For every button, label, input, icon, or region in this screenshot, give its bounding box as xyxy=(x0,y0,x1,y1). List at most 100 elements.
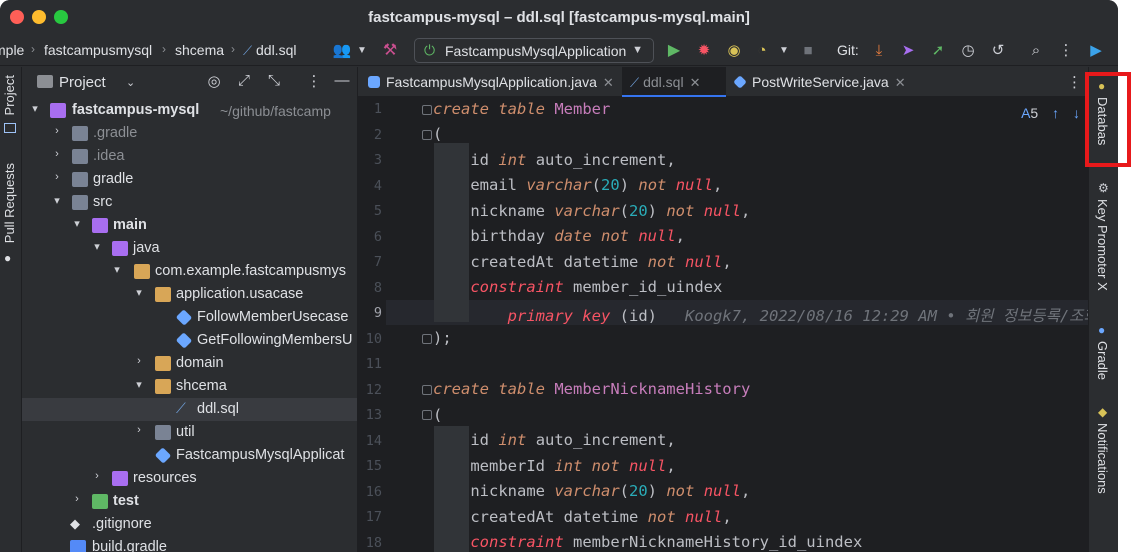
inspection-widget[interactable]: A5 ↑ ↓ xyxy=(1021,105,1080,121)
tree-item-build-gradle[interactable]: build.gradle xyxy=(22,536,357,552)
tree-item-ddl-sql[interactable]: ⟋ ddl.sql xyxy=(22,398,357,421)
notifications-tool-tab[interactable]: Notifications xyxy=(1095,423,1110,494)
plugin-logo-icon[interactable]: ▶ xyxy=(1086,40,1106,60)
tree-item-get-following-members[interactable]: GetFollowingMembersU xyxy=(22,329,357,352)
source-root-folder-icon xyxy=(112,241,128,256)
breadcrumb-file[interactable]: ⟋ ddl.sql xyxy=(243,42,296,59)
git-commit-icon[interactable]: ➤ xyxy=(898,40,918,60)
tree-item-package-root[interactable]: ▾ com.example.fastcampusmys xyxy=(22,260,357,283)
fold-marker-icon[interactable] xyxy=(422,130,432,140)
chevron-right-icon[interactable]: › xyxy=(50,171,64,183)
chevron-down-icon[interactable]: ▾ xyxy=(132,286,146,299)
key-promoter-icon[interactable]: ⚙ xyxy=(1098,181,1109,195)
search-icon[interactable]: ⌕ xyxy=(1026,40,1046,60)
chevron-right-icon[interactable]: › xyxy=(132,355,146,367)
arrow-up-icon[interactable]: ↑ xyxy=(1052,105,1059,121)
chevron-right-icon[interactable]: › xyxy=(50,125,64,137)
chevron-down-icon[interactable]: ▼ xyxy=(352,40,372,60)
tree-item-util[interactable]: › util xyxy=(22,421,357,444)
tree-item-shcema[interactable]: ▾ shcema xyxy=(22,375,357,398)
profiler-icon[interactable]: ◔ xyxy=(752,40,772,60)
chevron-right-icon[interactable]: › xyxy=(90,470,104,482)
inline-blame-annotation[interactable]: Koogk7, 2022/08/16 12:29 AM • 회원 정보등록/조회… xyxy=(685,307,1088,325)
tab-ddl-sql[interactable]: ⟋ ddl.sql ✕ xyxy=(622,67,726,97)
close-icon[interactable]: ✕ xyxy=(690,75,701,90)
chevron-down-icon[interactable]: ▾ xyxy=(70,217,84,230)
chevron-down-icon[interactable]: ▾ xyxy=(28,102,42,115)
users-icon[interactable]: 👥 xyxy=(332,40,352,60)
fold-marker-icon[interactable] xyxy=(422,334,432,344)
locate-target-icon[interactable]: ◎ xyxy=(204,72,224,92)
tree-item-main[interactable]: ▾ main xyxy=(22,214,357,237)
tree-item-project-root[interactable]: ▾ fastcampus-mysql ~/github/fastcamp xyxy=(22,99,357,122)
tree-item-domain[interactable]: › domain xyxy=(22,352,357,375)
gradle-tool-tab[interactable]: Gradle xyxy=(1095,341,1110,380)
hide-panel-icon[interactable]: — xyxy=(332,72,352,92)
chevron-down-icon[interactable]: ▾ xyxy=(110,263,124,276)
coverage-icon[interactable]: ◉ xyxy=(724,40,744,60)
tree-item-application-usacase[interactable]: ▾ application.usacase xyxy=(22,283,357,306)
notification-bell-icon[interactable]: ◆ xyxy=(1098,405,1107,419)
editor-tab-bar: FastcampusMysqlApplication.java ✕ ⟋ ddl.sq… xyxy=(358,67,1088,97)
tab-fastcampus-mysql-application[interactable]: FastcampusMysqlApplication.java ✕ xyxy=(368,67,622,97)
chevron-down-icon[interactable]: ▾ xyxy=(132,378,146,391)
more-icon[interactable]: ⋮ xyxy=(1056,40,1076,60)
collapse-all-icon[interactable]: ⤡ xyxy=(264,72,284,92)
chevron-right-icon[interactable]: › xyxy=(50,148,64,160)
tree-item-follow-member-usecase[interactable]: FollowMemberUsecase xyxy=(22,306,357,329)
chevron-down-icon[interactable]: ▼ xyxy=(774,40,794,60)
fold-marker-icon[interactable] xyxy=(422,105,432,115)
chevron-right-icon[interactable]: › xyxy=(132,424,146,436)
tree-item-application-class[interactable]: FastcampusMysqlApplicat xyxy=(22,444,357,467)
history-icon[interactable]: ◷ xyxy=(958,40,978,60)
fold-marker-icon[interactable] xyxy=(422,385,432,395)
fold-marker-icon[interactable] xyxy=(422,410,432,420)
main-toolbar: mple › fastcampusmysql › shcema › ⟋ ddl.… xyxy=(0,34,1118,66)
more-tabs-icon[interactable]: ⋮ xyxy=(1067,73,1082,91)
debug-bug-icon[interactable]: ✹ xyxy=(694,40,714,60)
tree-item-java[interactable]: ▾ java xyxy=(22,237,357,260)
run-play-icon[interactable]: ▶ xyxy=(664,40,684,60)
rollback-icon[interactable]: ↺ xyxy=(988,40,1008,60)
run-configuration-select[interactable]: ⏻ FastcampusMysqlApplication ▼ xyxy=(414,38,654,63)
chevron-down-icon[interactable]: ▾ xyxy=(50,194,64,207)
code-line: email varchar(20) not null, xyxy=(470,176,723,194)
inspection-count: 5 xyxy=(1030,105,1039,121)
git-update-icon[interactable]: ⤓ xyxy=(869,40,889,60)
tree-item-src[interactable]: ▾ src xyxy=(22,191,357,214)
expand-all-icon[interactable]: ⤢ xyxy=(234,72,254,92)
project-view-selector[interactable]: Project xyxy=(59,74,106,91)
key-promoter-tool-tab[interactable]: Key Promoter X xyxy=(1095,199,1110,291)
tree-item-idea[interactable]: › .idea xyxy=(22,145,357,168)
gradle-elephant-icon[interactable]: ● xyxy=(1098,323,1105,337)
breadcrumb-package[interactable]: fastcampusmysql xyxy=(44,42,152,58)
breadcrumb-project[interactable]: mple xyxy=(0,42,24,58)
git-push-icon[interactable]: ➚ xyxy=(928,40,948,60)
tree-item-resources[interactable]: › resources xyxy=(22,467,357,490)
breadcrumb-folder[interactable]: shcema xyxy=(175,42,224,58)
arrow-down-icon[interactable]: ↓ xyxy=(1073,105,1080,121)
tree-item-label: com.example.fastcampusmys xyxy=(155,263,346,279)
tree-item-gradle[interactable]: › gradle xyxy=(22,168,357,191)
pull-requests-tool-tab[interactable]: Pull Requests xyxy=(2,163,17,243)
close-icon[interactable]: ✕ xyxy=(895,75,906,90)
options-icon[interactable]: ⋮ xyxy=(304,72,324,92)
chevron-down-icon[interactable]: ▾ xyxy=(90,240,104,253)
project-tool-icon[interactable] xyxy=(4,123,16,133)
line-number: 16 xyxy=(365,484,382,500)
chevron-down-icon[interactable]: ⌄ xyxy=(126,76,135,89)
github-icon[interactable]: ● xyxy=(4,251,11,265)
tree-item-test[interactable]: › test xyxy=(22,490,357,513)
project-panel-header: Project ⌄ ◎ ⤢ ⤡ ⋮ — xyxy=(22,67,357,97)
breadcrumb-file-label: ddl.sql xyxy=(256,42,297,58)
chevron-right-icon[interactable]: › xyxy=(70,493,84,505)
tab-post-write-service[interactable]: PostWriteService.java ✕ xyxy=(733,67,914,97)
stop-icon[interactable]: ■ xyxy=(798,40,818,60)
tree-item-gradle-cache[interactable]: › .gradle xyxy=(22,122,357,145)
code-editor[interactable]: 1 2 3 4 5 6 7 8 9 10 11 12 13 14 15 16 1… xyxy=(358,97,1088,552)
build-hammer-icon[interactable]: ⚒ xyxy=(380,40,400,60)
tree-item-gitignore[interactable]: ◆ .gitignore xyxy=(22,513,357,536)
project-tool-tab[interactable]: Project xyxy=(2,75,17,115)
code-line: nickname varchar(20) not null, xyxy=(470,202,751,220)
close-icon[interactable]: ✕ xyxy=(603,75,614,90)
